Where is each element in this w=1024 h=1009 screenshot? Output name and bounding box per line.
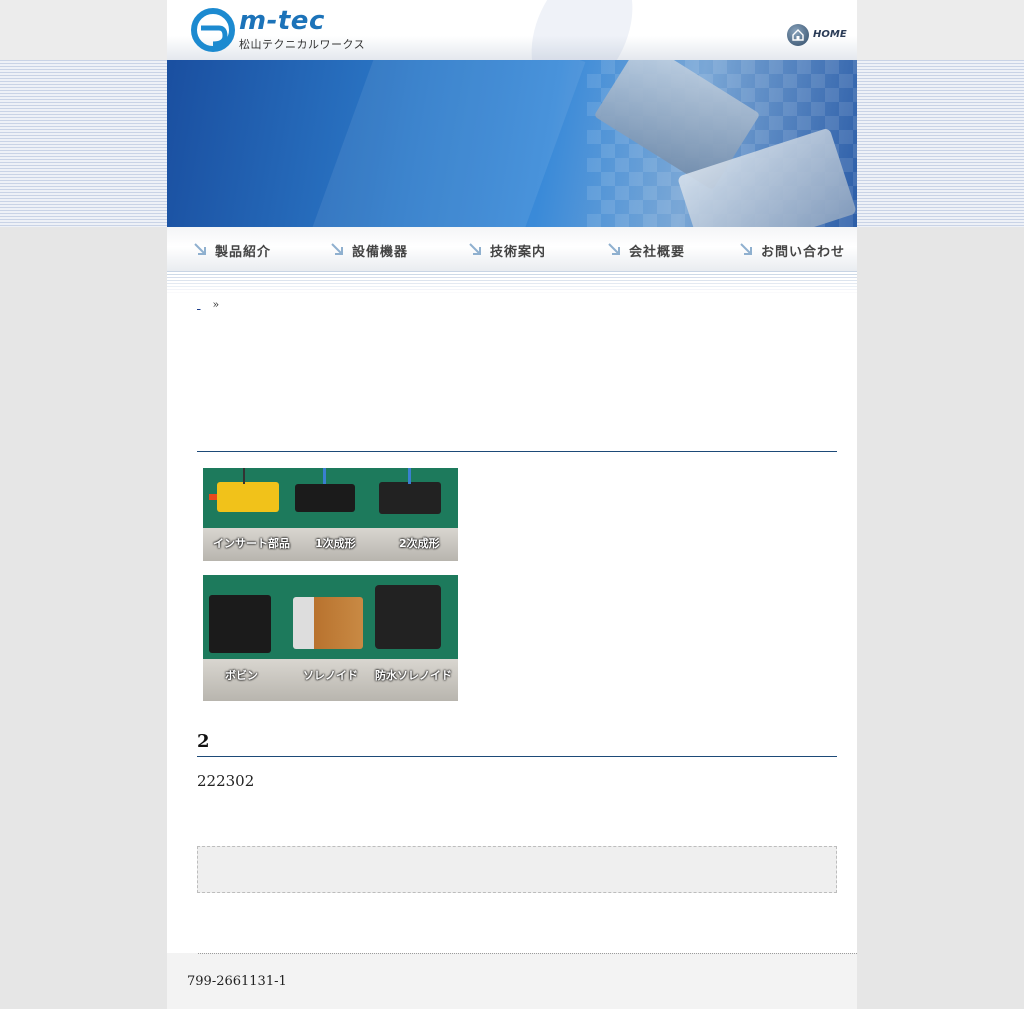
secondary-mold-part — [379, 482, 441, 514]
nav-stripes — [167, 271, 857, 295]
nav-label: 技術案内 — [490, 245, 547, 260]
logo-text: m-tec — [239, 6, 325, 36]
home-icon — [787, 24, 809, 46]
insert-part — [217, 482, 279, 512]
section-heading: 2 — [197, 731, 210, 752]
product-photo-1: インサート部品 1次成形 2次成形 — [203, 468, 458, 561]
nav-label: 設備機器 — [352, 245, 409, 260]
nav-label: 製品紹介 — [215, 245, 272, 260]
caption-waterproof: 防水ソレノイド — [375, 669, 452, 682]
home-button[interactable]: HOME — [787, 24, 847, 46]
arrow-icon — [194, 243, 206, 255]
main-nav: 製品紹介 設備機器 技術案内 会社概要 お問い合わせ — [167, 227, 857, 271]
hero-banner — [167, 60, 857, 227]
arrow-icon — [740, 243, 752, 255]
arrow-icon — [469, 243, 481, 255]
footer-gap — [167, 953, 197, 955]
bobbin-part — [209, 595, 271, 653]
caption-insert: インサート部品 — [213, 537, 290, 550]
caption-bobbin: ボビン — [225, 669, 258, 682]
nav-label: 会社概要 — [629, 245, 686, 260]
caption-primary: 1次成形 — [315, 537, 356, 550]
site-footer: 799-2661131-1 — [167, 953, 857, 1009]
waterproof-solenoid-part — [375, 585, 441, 649]
product-photo-2: ボビン ソレノイド 防水ソレノイド — [203, 575, 458, 701]
logo-mark-icon — [191, 8, 235, 52]
breadcrumb-separator: » — [212, 298, 220, 311]
header-swoosh — [511, 0, 653, 60]
primary-mold-part — [295, 484, 355, 512]
caption-solenoid: ソレノイド — [303, 669, 358, 682]
home-label: HOME — [813, 29, 847, 40]
hero-shine — [308, 60, 586, 227]
footer-text: 799-2661131-1 — [187, 974, 287, 989]
info-box — [197, 846, 837, 893]
arrow-icon — [331, 243, 343, 255]
insert-part-tip — [209, 494, 217, 500]
caption-secondary: 2次成形 — [399, 537, 440, 550]
wire — [408, 468, 411, 484]
section-body: 222302 — [197, 772, 255, 790]
logo[interactable]: m-tec 松山テクニカルワークス — [191, 6, 371, 54]
breadcrumb-link[interactable] — [197, 298, 209, 311]
heading-rule — [197, 756, 837, 757]
breadcrumb: » — [197, 298, 220, 311]
wire — [243, 468, 245, 484]
arrow-icon — [608, 243, 620, 255]
page-container: m-tec 松山テクニカルワークス HOME 製品紹介 設備機器 技術案内 会社… — [167, 0, 857, 1009]
wire — [323, 468, 326, 484]
section-rule — [197, 451, 837, 452]
logo-subtitle: 松山テクニカルワークス — [239, 38, 366, 51]
site-header: m-tec 松山テクニカルワークス HOME — [167, 0, 857, 60]
solenoid-part — [293, 597, 363, 649]
nav-label: お問い合わせ — [761, 245, 846, 260]
